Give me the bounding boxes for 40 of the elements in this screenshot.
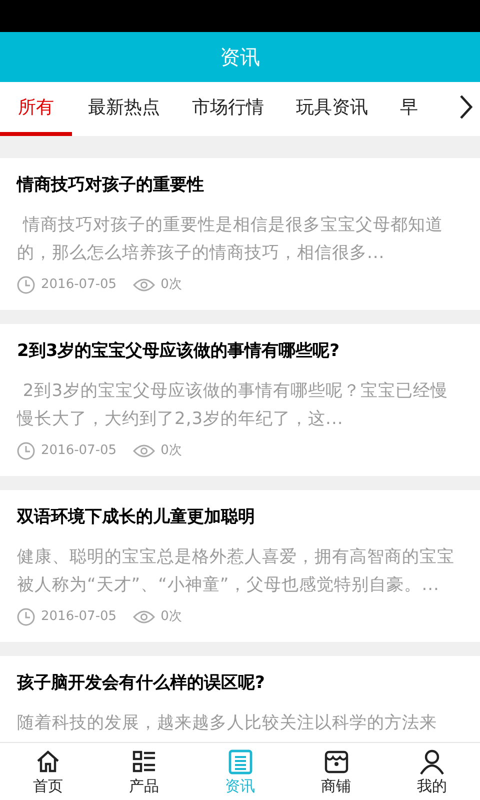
article-summary: 情商技巧对孩子的重要性是相信是很多宝宝父母都知道的，那么怎么培养孩子的情商技巧，相信很多...: [17, 214, 444, 265]
category-tab[interactable]: 最新热点: [72, 82, 176, 136]
nav-tab[interactable]: 首页: [0, 743, 96, 800]
document-icon: [226, 748, 254, 774]
clock-icon: [17, 276, 35, 294]
publish-date: 2016-07-05: [41, 442, 117, 460]
nav-tab[interactable]: 我的: [384, 743, 480, 800]
clock-icon: [17, 442, 35, 460]
user-icon: [418, 748, 446, 774]
article-summary: 随着科技的发展，越来越多人比较关注以科学的方法来: [17, 712, 438, 735]
article-title: 双语环境下成长的儿童更加聪明: [17, 506, 256, 528]
category-tab[interactable]: 早: [384, 82, 434, 136]
article-title: 孩子脑开发会有什么样的误区呢?: [17, 672, 266, 694]
article-card[interactable]: 孩子脑开发会有什么样的误区呢? 随着科技的发展，越来越多人比较关注以科学的方法来: [0, 656, 480, 742]
publish-date: 2016-07-05: [41, 276, 117, 294]
chevron-right-icon[interactable]: [459, 94, 473, 120]
article-title: 2到3岁的宝宝父母应该做的事情有哪些呢?: [17, 340, 341, 362]
list-icon: [130, 748, 158, 774]
home-icon: [34, 748, 62, 774]
article-summary: 2到3岁的宝宝父母应该做的事情有哪些呢？宝宝已经慢慢长大了，大约到了2,3岁的年纪了，这...: [17, 380, 450, 431]
page-title: 资讯: [220, 44, 260, 71]
nav-tab[interactable]: 产品: [96, 743, 192, 800]
eye-icon: [132, 278, 155, 292]
publish-date: 2016-07-05: [41, 608, 117, 626]
article-card[interactable]: 双语环境下成长的儿童更加聪明 健康、聪明的宝宝总是格外惹人喜爱，拥有高智商的宝宝被人称为“天才”、“小神童”，父母也感觉特别自豪。... 2016-07-05 0次: [0, 490, 480, 642]
eye-icon: [132, 444, 155, 458]
view-count: 0次: [160, 276, 182, 294]
category-tab[interactable]: 市场行情: [176, 82, 280, 136]
article-title: 情商技巧对孩子的重要性: [17, 174, 205, 196]
view-count: 0次: [160, 442, 182, 460]
nav-tab[interactable]: 商铺: [288, 743, 384, 800]
clock-icon: [17, 608, 35, 626]
article-summary: 健康、聪明的宝宝总是格外惹人喜爱，拥有高智商的宝宝被人称为“天才”、“小神童”，父母也感觉特别自豪。...: [17, 546, 456, 597]
article-card[interactable]: 情商技巧对孩子的重要性 情商技巧对孩子的重要性是相信是很多宝宝父母都知道的，那么怎么培养孩子的情商技巧，相信很多... 2016-07-05 0次: [0, 158, 480, 310]
category-tab[interactable]: 玩具资讯: [280, 82, 384, 136]
eye-icon: [132, 610, 155, 624]
storefront-icon: [322, 748, 350, 774]
view-count: 0次: [160, 608, 182, 626]
category-tab[interactable]: 所有: [0, 82, 72, 136]
article-card[interactable]: 2到3岁的宝宝父母应该做的事情有哪些呢? 2到3岁的宝宝父母应该做的事情有哪些呢？宝宝已经慢慢长大了，大约到了2,3岁的年纪了，这... 2016-07-05 0次: [0, 324, 480, 476]
